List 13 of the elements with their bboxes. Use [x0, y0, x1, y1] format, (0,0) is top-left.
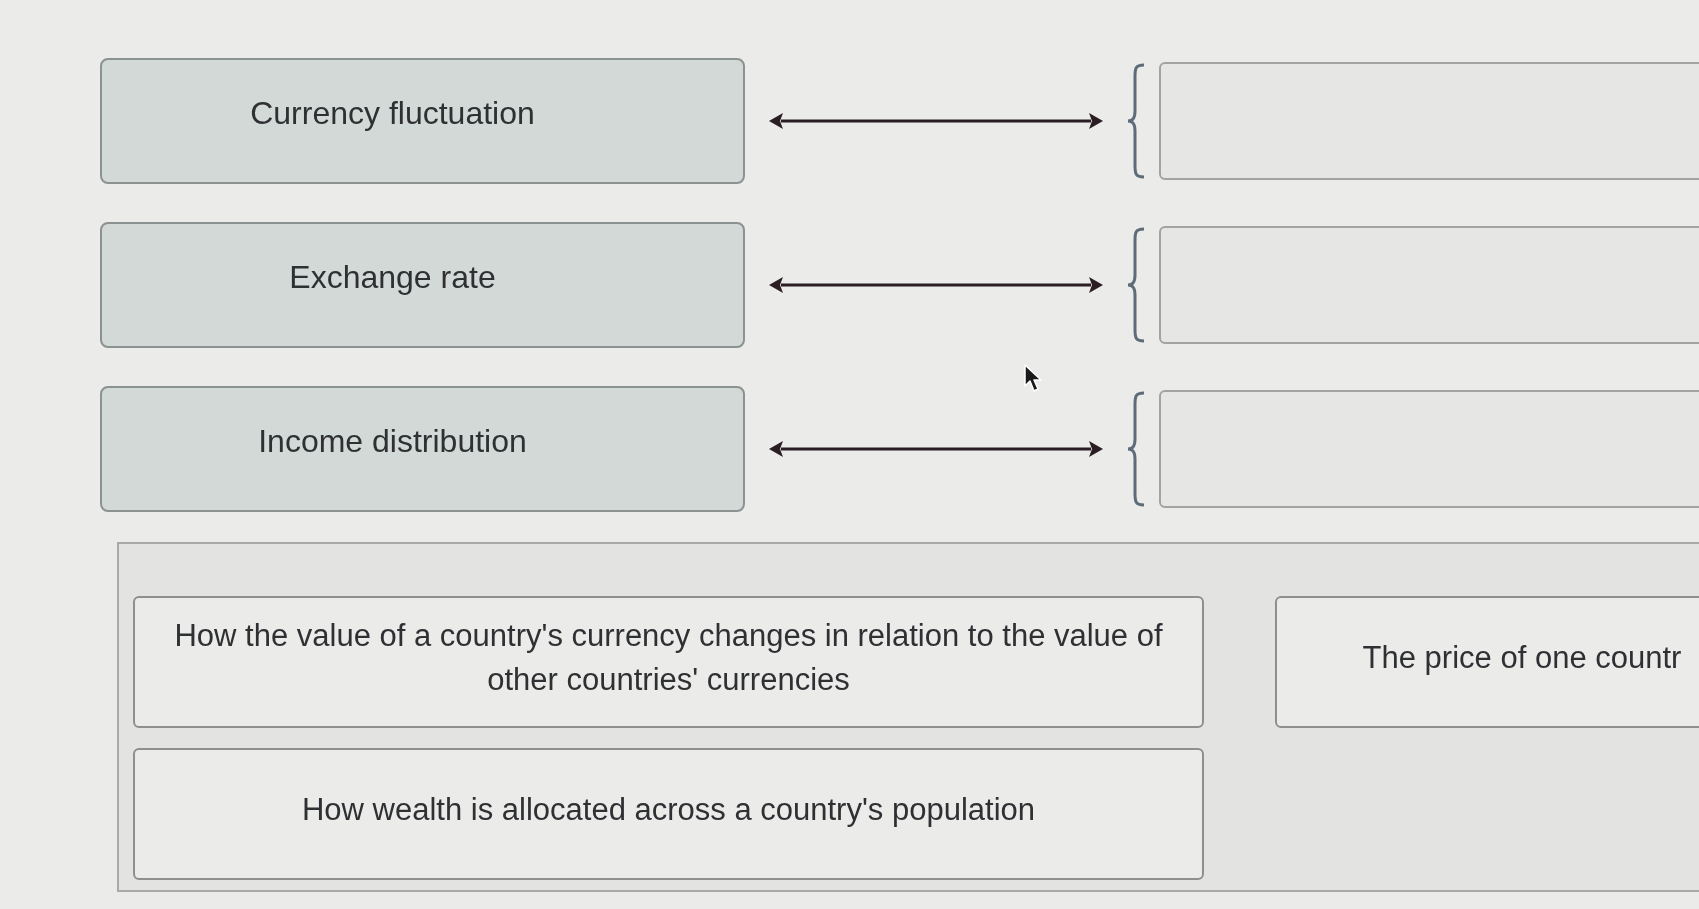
answer-choice-card[interactable]: How the value of a country's currency changes in relation to the value of other countries' currencies [133, 596, 1204, 728]
curly-brace-icon [1127, 63, 1145, 179]
curly-brace-icon [1127, 227, 1145, 343]
answer-choice-card[interactable]: How wealth is allocated across a country's population [133, 748, 1204, 880]
answer-drop-box[interactable] [1159, 62, 1699, 180]
curly-brace-icon [1127, 391, 1145, 507]
mouse-pointer-icon [1024, 364, 1044, 392]
answer-drop-box[interactable] [1159, 390, 1699, 508]
answer-choice-card[interactable]: The price of one countr [1275, 596, 1699, 728]
term-card: Currency fluctuation [100, 58, 745, 184]
term-card: Exchange rate [100, 222, 745, 348]
term-card: Income distribution [100, 386, 745, 512]
answer-drop-box[interactable] [1159, 226, 1699, 344]
